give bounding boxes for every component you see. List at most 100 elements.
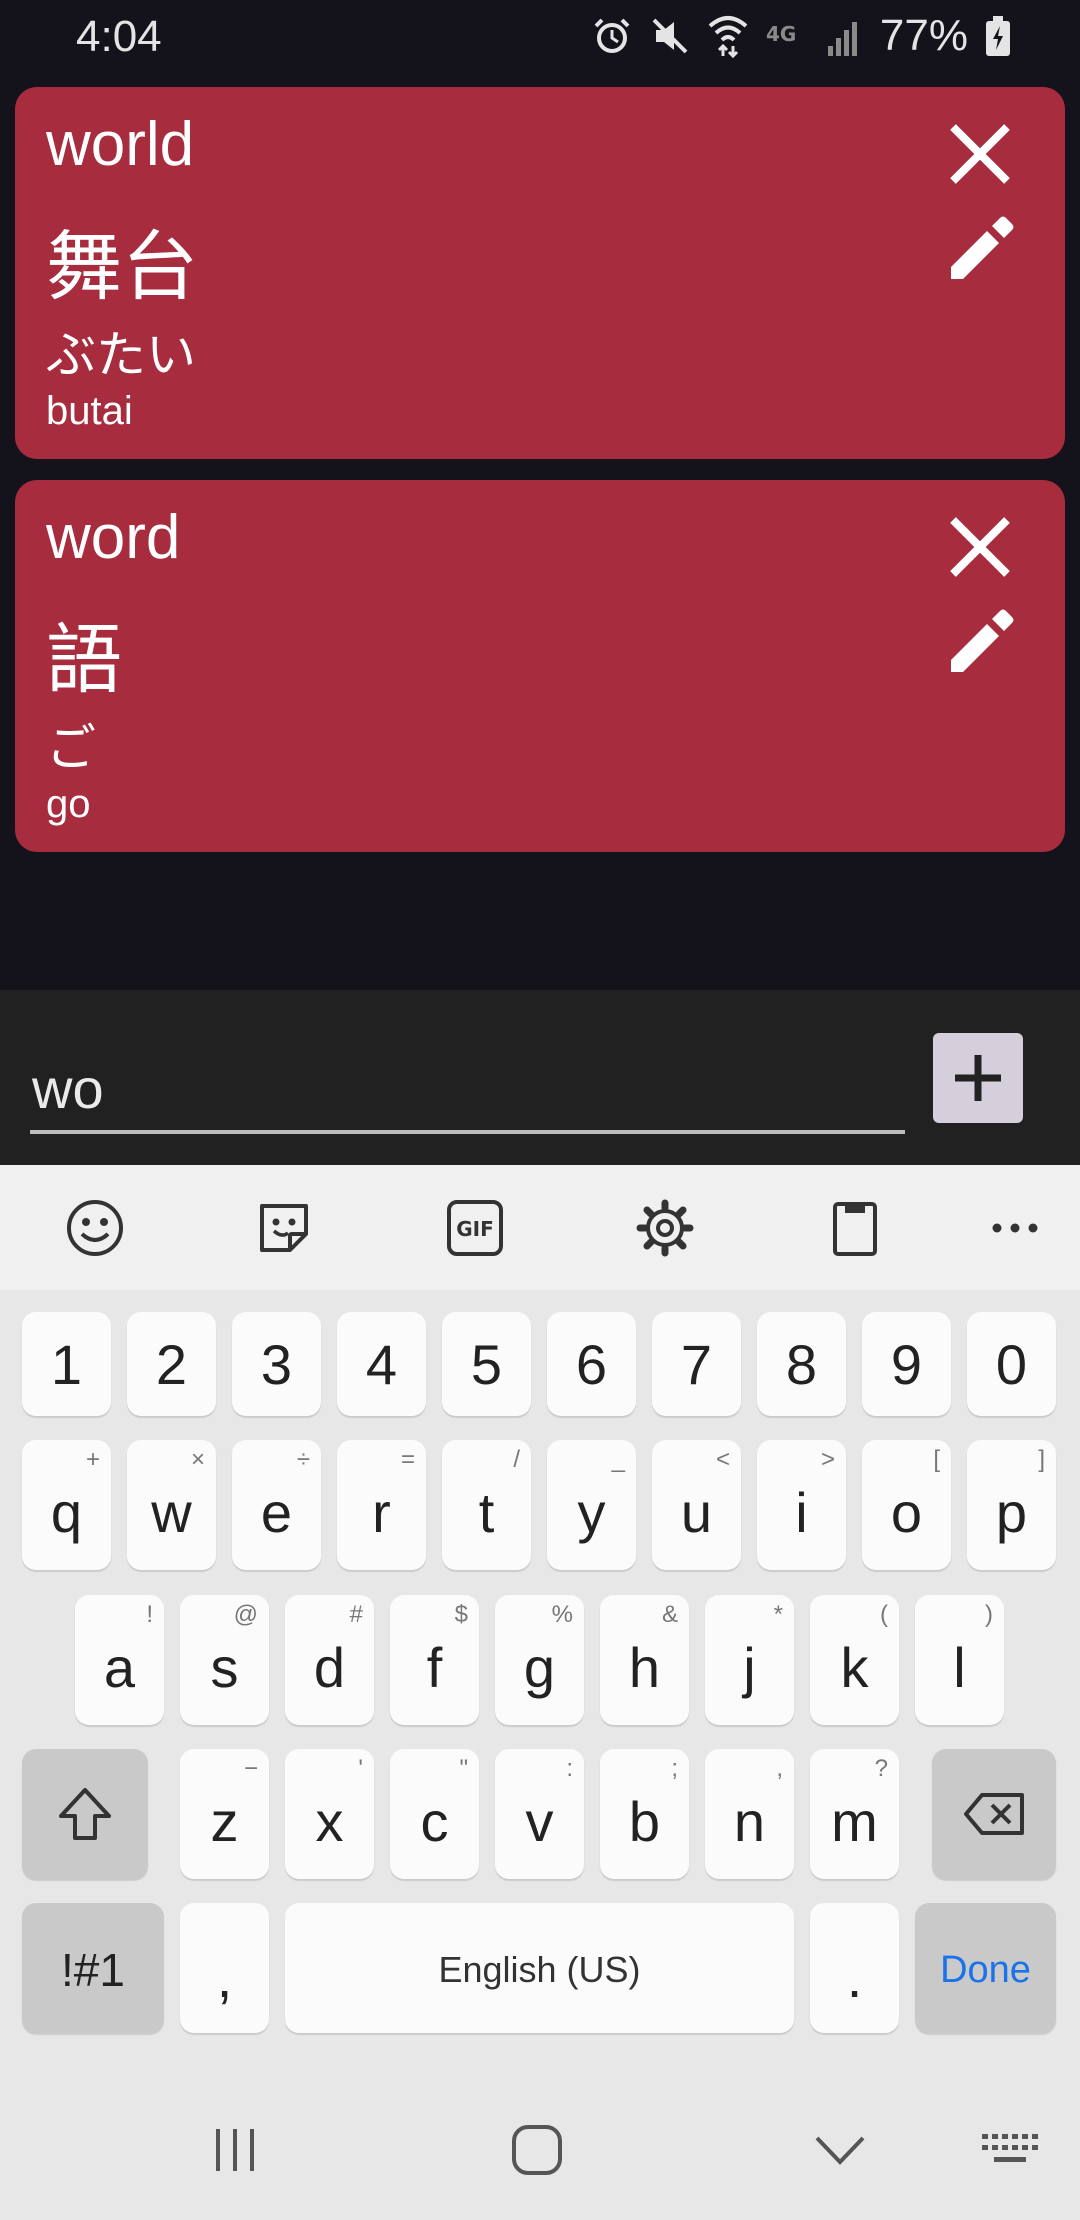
key-t[interactable]: / t [442,1440,531,1570]
key-o[interactable]: [o [862,1440,951,1570]
key-hint: ) [985,1601,993,1628]
wifi-icon [708,16,748,58]
key-b[interactable]: ; b [600,1749,689,1879]
key-s[interactable]: @ s [180,1595,269,1725]
key-hint: ÷ [296,1446,310,1473]
word-input[interactable]: wo [30,1030,905,1134]
key-z[interactable]: − z [180,1749,269,1879]
delete-button[interactable] [945,119,1015,189]
recent-apps-icon [216,2129,254,2171]
key-label: 9 [890,1333,923,1396]
word-card: world 舞台 ぶたい butai [15,87,1065,459]
key-hint: − [243,1755,258,1782]
mute-icon [652,18,688,54]
more-button[interactable] [984,1197,1046,1259]
emoji-button[interactable] [64,1197,126,1259]
key-d[interactable]: # d [285,1595,374,1725]
key-label: u [680,1481,713,1544]
key-hint: * [773,1601,783,1628]
key-x[interactable]: ' x [285,1749,374,1879]
key-3[interactable]: 3 [232,1312,321,1416]
symbols-key[interactable]: !#1 [22,1903,164,2033]
key-hint: < [715,1446,730,1473]
delete-button[interactable] [945,512,1015,582]
kanji-text: 語 [46,615,122,704]
key-hint: = [400,1446,415,1473]
key-n[interactable]: ,n [705,1749,794,1879]
key-y[interactable]: _ y [547,1440,636,1570]
key-hint: ' [358,1755,363,1782]
period-label: . [846,1946,863,2009]
shift-key[interactable] [22,1749,148,1879]
key-label: n [733,1790,766,1853]
key-label: l [953,1636,966,1699]
symbols-label: !#1 [61,1944,125,1996]
space-key[interactable]: English (US) [285,1903,794,2033]
key-h[interactable]: & h [600,1595,689,1725]
key-m[interactable]: ? m [810,1749,899,1879]
key-0[interactable]: 0 [967,1312,1056,1416]
keyboard-switch-button[interactable] [965,2110,1055,2190]
hide-keyboard-button[interactable] [795,2110,885,2190]
more-horizontal-icon [992,1223,1038,1233]
key-7[interactable]: 7 [652,1312,741,1416]
key-u[interactable]: < u [652,1440,741,1570]
key-5[interactable]: 5 [442,1312,531,1416]
key-f[interactable]: $ f [390,1595,479,1725]
key-hint: ? [874,1755,888,1782]
key-label: e [260,1481,293,1544]
backspace-key[interactable] [932,1749,1056,1879]
key-label: 3 [260,1333,293,1396]
key-label: x [315,1790,344,1853]
comma-key[interactable]: , [180,1903,269,2033]
gif-button[interactable]: GIF [444,1197,506,1259]
edit-button[interactable] [945,608,1015,678]
kana-text: ぶたい [46,326,196,384]
plus-icon [955,1055,1001,1101]
key-c[interactable]: " c [390,1749,479,1879]
add-button[interactable] [933,1033,1023,1123]
input-bar: wo [0,990,1080,1165]
recent-apps-button[interactable] [190,2110,280,2190]
key-v[interactable]: :v [495,1749,584,1879]
key-label: t [478,1481,495,1544]
done-key[interactable]: Done [915,1903,1056,2033]
key-q[interactable]: + q [22,1440,111,1570]
pencil-icon [951,216,1014,279]
key-label: o [890,1481,923,1544]
key-r[interactable]: = r [337,1440,426,1570]
key-i[interactable]: > i [757,1440,846,1570]
key-k[interactable]: (k [810,1595,899,1725]
key-2[interactable]: 2 [127,1312,216,1416]
signal-icon [827,22,857,56]
key-w[interactable]: × w [127,1440,216,1570]
kanji-text: 舞台 [46,222,198,311]
period-key[interactable]: . [810,1903,899,2033]
key-g[interactable]: % g [495,1595,584,1725]
romaji-text: butai [46,389,133,433]
key-label: d [313,1636,346,1699]
clipboard-button[interactable] [824,1197,886,1259]
key-1[interactable]: 1 [22,1312,111,1416]
edit-button[interactable] [945,215,1015,285]
key-4[interactable]: 4 [337,1312,426,1416]
key-label: 5 [470,1333,503,1396]
key-6[interactable]: 6 [547,1312,636,1416]
sticker-button[interactable] [253,1197,315,1259]
key-l[interactable]: ) l [915,1595,1004,1725]
chevron-down-icon [815,2136,865,2165]
settings-button[interactable] [634,1197,696,1259]
key-hint: / [513,1446,520,1473]
key-a[interactable]: ! a [75,1595,164,1725]
key-label: i [795,1481,808,1544]
done-label: Done [940,1949,1031,1991]
home-button[interactable] [492,2110,582,2190]
key-8[interactable]: 8 [757,1312,846,1416]
key-j[interactable]: * j [705,1595,794,1725]
key-p[interactable]: ] p [967,1440,1056,1570]
key-hint: _ [611,1446,625,1473]
key-9[interactable]: 9 [862,1312,951,1416]
key-hint: # [349,1601,363,1628]
pencil-icon [951,609,1014,672]
key-e[interactable]: ÷ e [232,1440,321,1570]
